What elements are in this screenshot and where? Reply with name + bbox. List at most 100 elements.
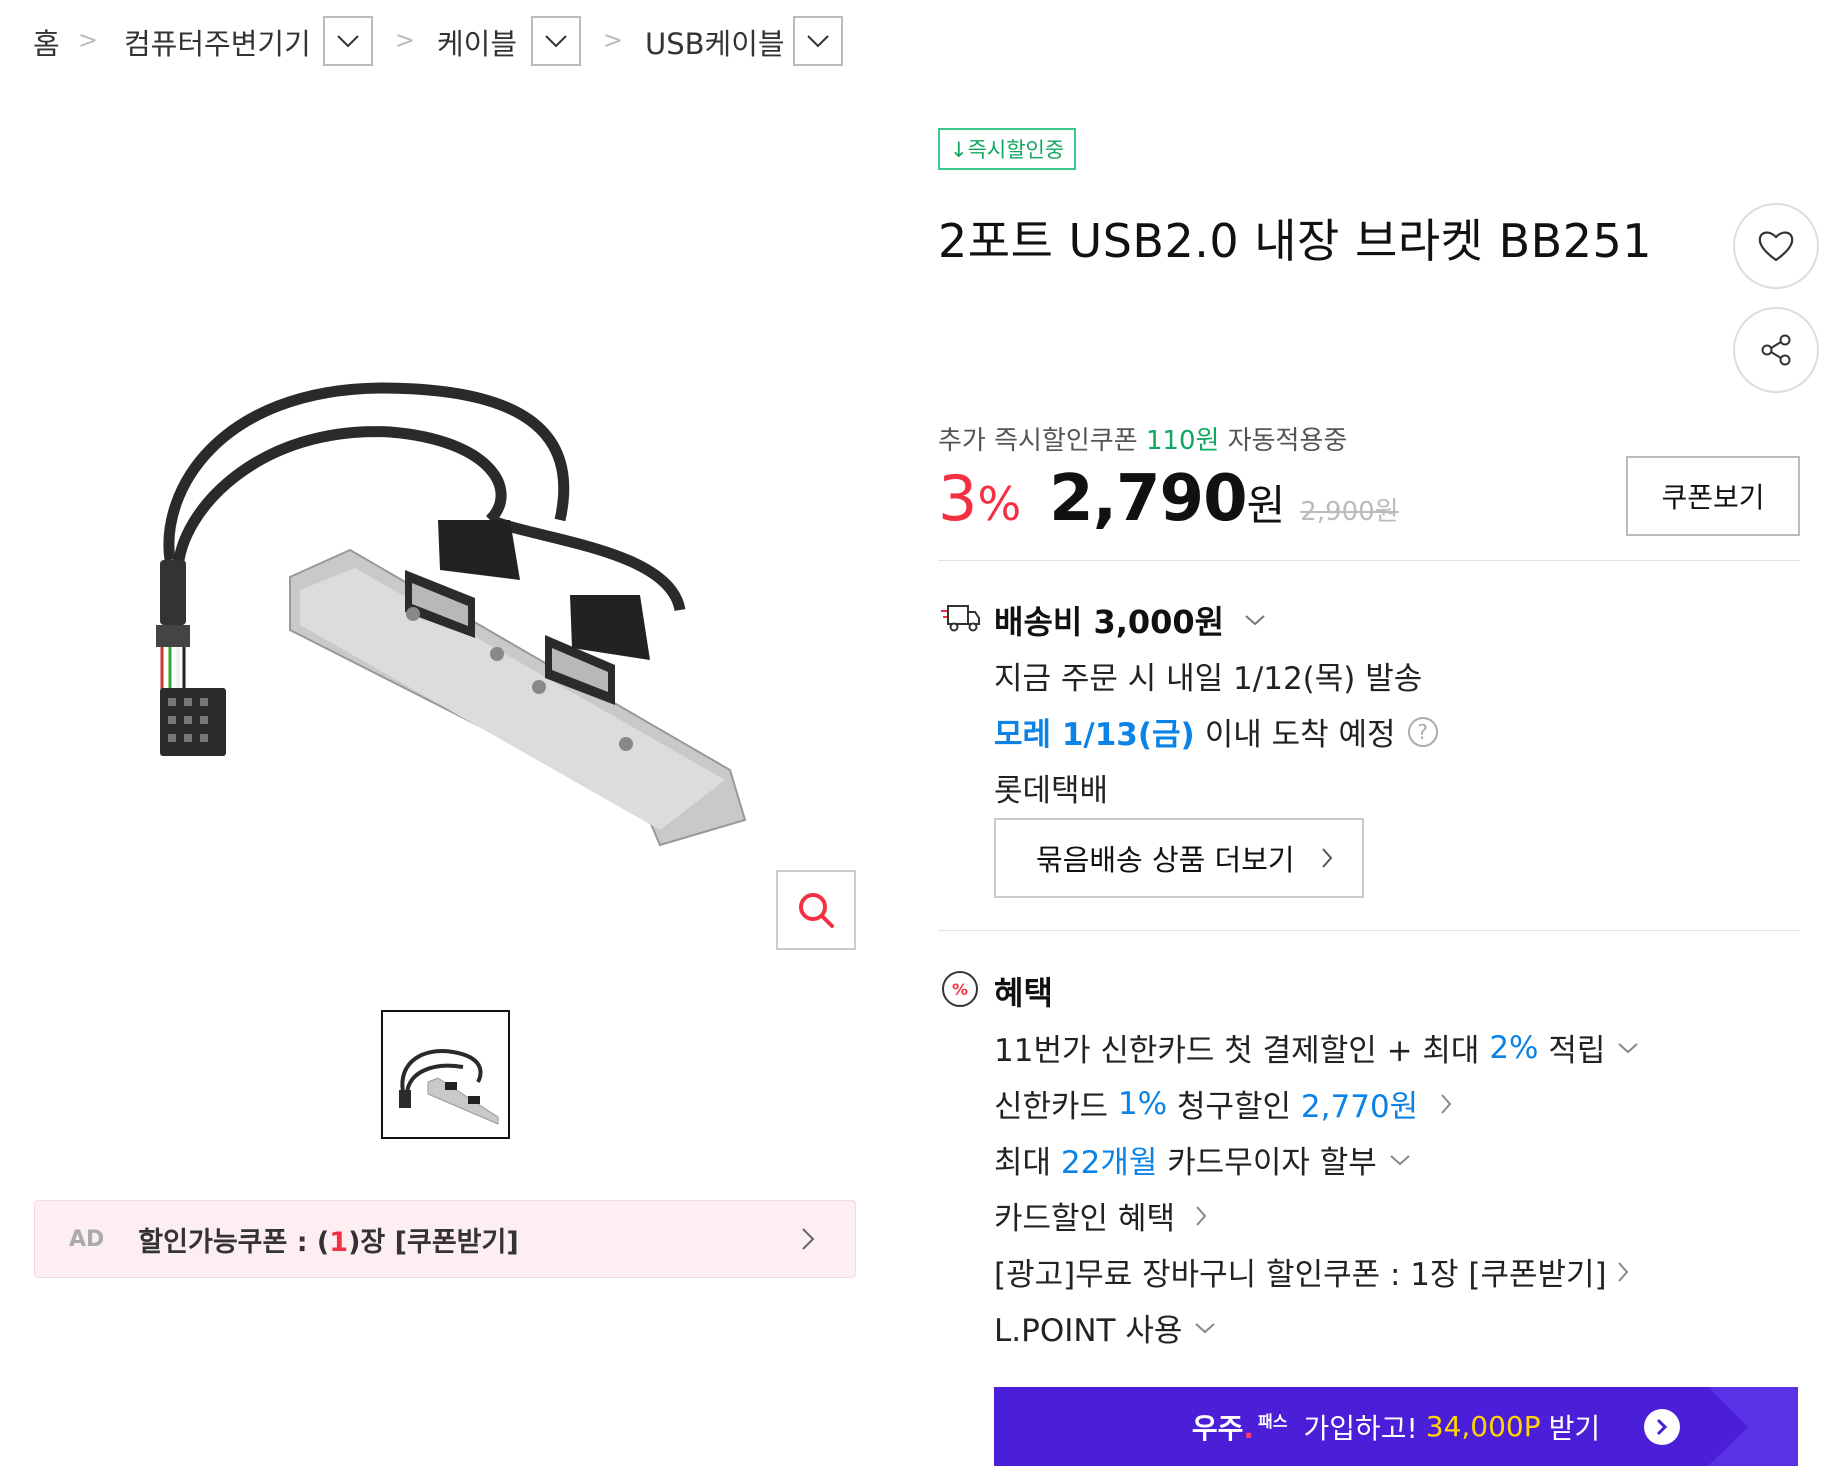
instant-discount-badge: ↓즉시할인중 [938,128,1077,170]
banner-decoration [1708,1387,1798,1466]
breadcrumb-level3-dropdown[interactable] [793,16,843,66]
benefit-highlight: 2,770원 [1300,1089,1419,1125]
share-icon [1761,334,1791,366]
product-main-image [140,370,780,850]
discount-percent: % [977,477,1022,531]
zoom-button[interactable] [776,870,856,950]
ad-tag: AD [69,1226,105,1252]
chevron-right-icon [1321,848,1332,868]
divider [938,560,1800,561]
dispatch-info: 지금 주문 시 내일 1/12(목) 발송 [994,661,1423,697]
chevron-down-icon [545,35,567,48]
chevron-down-icon [1390,1154,1410,1165]
breadcrumb-separator-icon: > [603,26,624,54]
benefit-text: 카드할인 혜택 [994,1201,1175,1237]
benefit-text: 최대 [994,1145,1061,1181]
benefit-text: 카드무이자 할부 [1157,1145,1377,1181]
pass-text: 가입하고! [1303,1411,1418,1445]
sale-price-value: 2,790 [1049,462,1247,536]
benefit-item[interactable]: 11번가 신한카드 첫 결제할인 + 최대 2% 적립 [994,1025,1639,1070]
product-title: 2포트 USB2.0 내장 브라켓 BB251 [938,214,1652,268]
breadcrumb-level1[interactable]: 컴퓨터주변기기 [124,16,311,68]
auto-coupon-prefix: 추가 즉시할인쿠폰 [938,426,1138,456]
percent-icon: % [942,971,978,1007]
chevron-down-icon [1195,1322,1216,1333]
view-coupon-button[interactable]: 쿠폰보기 [1626,456,1800,536]
sale-price: 2,790원 [1049,462,1286,536]
pass-logo-small: 패스 [1258,1412,1288,1432]
help-icon-glyph: ? [1417,719,1428,744]
pass-logo-text: 우주 [1191,1411,1244,1445]
chevron-down-icon [807,35,829,48]
truck-icon [941,605,980,632]
discount-rate: 3% [938,462,1021,535]
breadcrumb-separator-icon: > [395,26,416,54]
pass-text: 받기 [1548,1411,1601,1445]
benefit-item[interactable]: 최대 22개월 카드무이자 할부 [994,1137,1411,1182]
arrival-date: 모레 1/13(금) [994,717,1195,753]
help-icon[interactable]: ? [1407,716,1438,747]
svg-text:%: % [952,980,968,999]
benefit-text: 적립 [1538,1033,1606,1069]
bundle-shipping-label: 묶음배송 상품 더보기 [1036,843,1295,877]
woozoo-pass-banner[interactable]: 우주. 패스 가입하고! 34,000P 받기 [994,1387,1798,1466]
chevron-right-icon [1644,1409,1680,1445]
auto-coupon-suffix: 자동적용중 [1227,426,1348,456]
benefit-highlight: 2% [1489,1029,1539,1066]
benefit-text: 11번가 신한카드 첫 결제할인 + 최대 [994,1033,1490,1069]
price-row: 3% 2,790원 2,900원 [938,462,1399,542]
benefit-item[interactable]: 신한카드 1% 청구할인 2,770원 [994,1081,1452,1126]
ad-coupon-text: 할인가능쿠폰 : (1)장 [쿠폰받기] [138,1220,518,1259]
benefit-item[interactable]: L.POINT 사용 [994,1305,1216,1350]
benefit-text: 청구할인 [1167,1089,1301,1125]
benefit-text: [광고]무료 장바구니 할인쿠폰 : 1장 [쿠폰받기] [994,1257,1607,1293]
breadcrumb-level2-dropdown[interactable] [531,16,581,66]
benefit-highlight: 1% [1117,1085,1168,1122]
breadcrumb-level3-label: USB케이블 [645,27,785,61]
breadcrumb-level2[interactable]: 케이블 [437,16,517,68]
pass-logo: 우주. 패스 [1191,1411,1288,1445]
chevron-right-icon [1617,1261,1628,1282]
wishlist-button[interactable] [1733,203,1819,289]
auto-coupon-notice: 추가 즉시할인쿠폰 110원 자동적용중 [938,420,1347,457]
benefit-text: L.POINT 사용 [994,1313,1183,1349]
bundle-shipping-button[interactable]: 묶음배송 상품 더보기 [994,818,1364,898]
breadcrumb-level2-label: 케이블 [437,27,518,61]
search-icon [799,893,834,928]
benefit-highlight: 22개월 [1060,1145,1158,1181]
chevron-right-icon [1196,1205,1207,1226]
benefits-title: 혜택 [994,974,1053,1012]
chevron-down-icon [337,35,359,48]
courier-name: 롯데택배 [994,773,1109,809]
arrival-text: 이내 도착 예정 [1204,717,1396,753]
ad-coupon-suffix: )장 [쿠폰받기] [348,1226,519,1258]
pass-points: 34,000P [1425,1410,1541,1443]
sale-price-unit: 원 [1246,481,1286,530]
breadcrumb-level1-label: 컴퓨터주변기기 [124,27,311,61]
benefit-item[interactable]: [광고]무료 장바구니 할인쿠폰 : 1장 [쿠폰받기] [994,1249,1629,1294]
breadcrumb-separator-icon: > [78,26,99,54]
benefit-text: 신한카드 [994,1089,1118,1125]
ad-coupon-count: 1 [329,1226,349,1258]
auto-coupon-amount: 110원 [1145,426,1220,456]
divider [938,930,1800,931]
breadcrumb-home[interactable]: 홈 [33,16,60,68]
ad-coupon-bar[interactable]: AD 할인가능쿠폰 : (1)장 [쿠폰받기] [34,1200,856,1278]
original-price: 2,900원 [1300,497,1399,527]
chevron-down-icon [1618,1042,1639,1053]
chevron-down-icon [1245,615,1265,626]
chevron-right-icon [802,1228,815,1250]
benefit-item[interactable]: 카드할인 혜택 [994,1193,1207,1238]
arrival-info: 모레 1/13(금) 이내 도착 예정 ? [994,709,1438,754]
share-button[interactable] [1733,307,1819,393]
ad-coupon-prefix: 할인가능쿠폰 : ( [138,1226,330,1258]
breadcrumb-level1-dropdown[interactable] [323,16,373,66]
chevron-right-icon [1441,1093,1452,1114]
discount-number: 3 [938,462,978,535]
product-thumbnail[interactable] [381,1010,510,1139]
heart-icon [1758,231,1794,262]
breadcrumb-home-label: 홈 [33,27,60,61]
breadcrumb-level3[interactable]: USB케이블 [645,16,785,68]
shipping-fee-label: 배송비 3,000원 [994,603,1225,641]
shipping-fee[interactable]: 배송비 3,000원 [994,597,1266,643]
